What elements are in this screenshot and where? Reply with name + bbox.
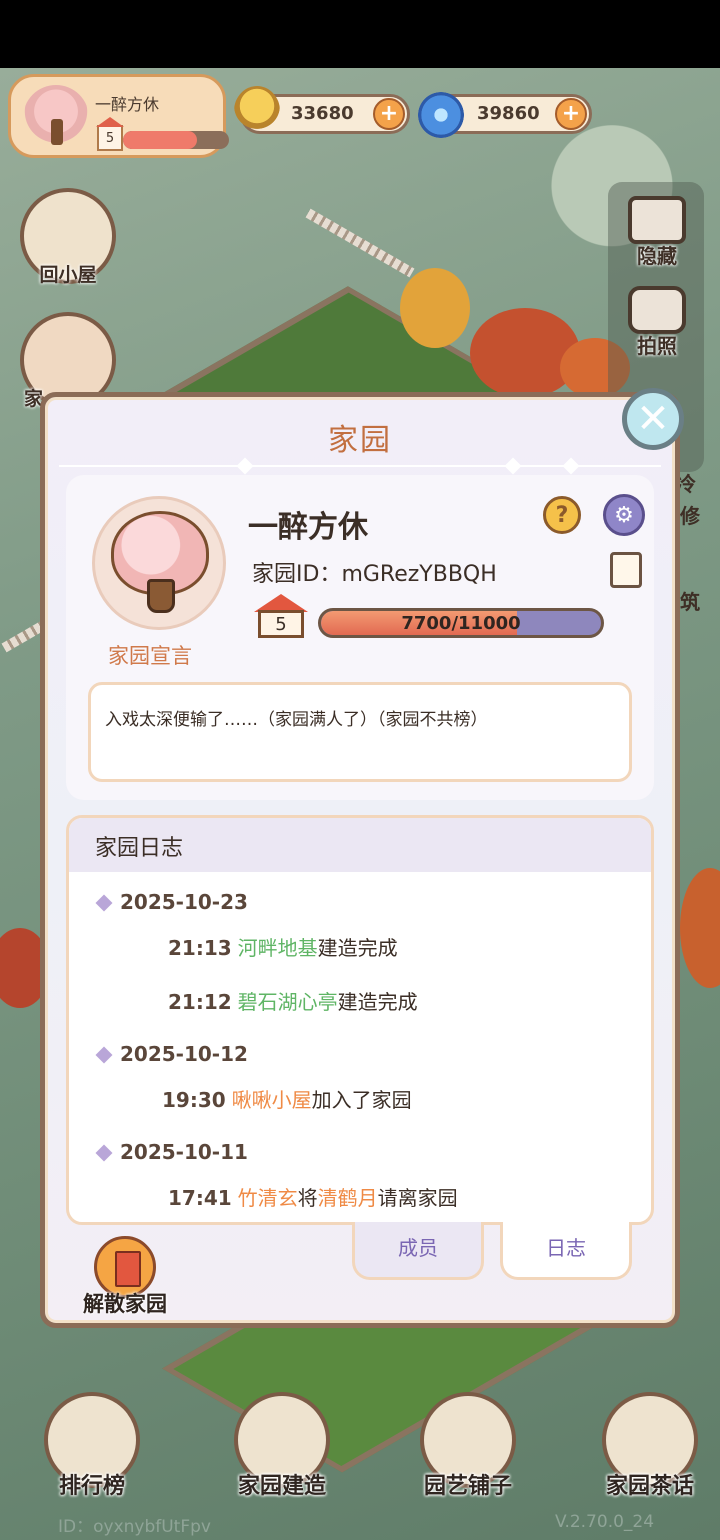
player-level-progress-fill: [123, 131, 198, 149]
log-subject[interactable]: 竹清玄: [238, 1186, 298, 1210]
log-time: 21:13: [168, 936, 232, 960]
manifesto-label[interactable]: 家园宣言: [108, 640, 192, 670]
tab-members[interactable]: 成员: [352, 1222, 484, 1280]
shop-button[interactable]: 园艺铺子: [408, 1392, 528, 1500]
fence: [305, 208, 415, 278]
log-action: 建造完成: [317, 936, 398, 960]
divider-diamond: [236, 457, 254, 475]
diamond-bullet-icon: [95, 894, 113, 912]
log-title: 家园日志: [69, 818, 651, 872]
hide-button[interactable]: 隐藏: [622, 196, 692, 269]
log-action: 请离家园: [377, 1186, 458, 1210]
log-time: 21:12: [168, 990, 232, 1014]
log-action: 加入了家园: [311, 1088, 412, 1112]
photo-button[interactable]: 拍照: [622, 286, 692, 359]
spiral-coin-icon: [418, 92, 464, 138]
home-name: 一醉方休: [248, 510, 368, 545]
shop-label: 园艺铺子: [423, 1474, 512, 1499]
log-object[interactable]: 清鹤月: [318, 1186, 378, 1210]
hide-label: 隐藏: [637, 244, 677, 268]
home-id: 家园ID：mGRezYBBQH: [252, 556, 497, 588]
footer-id: ID：oyxnybfUtFpv: [58, 1517, 211, 1537]
ranking-button[interactable]: 排行榜: [32, 1392, 152, 1500]
log-subject[interactable]: 啾啾小屋: [232, 1088, 312, 1112]
player-level-progress: [123, 131, 229, 149]
back-home-label: 回小屋: [39, 264, 97, 286]
log-time: 17:41: [168, 1186, 232, 1210]
plus-icon[interactable]: +: [373, 98, 405, 130]
player-profile-pill[interactable]: 一醉方休 5: [8, 74, 229, 158]
log-date-text: 2025-10-11: [120, 1140, 248, 1164]
log-entry: 21:13 河畔地基建造完成: [168, 932, 398, 961]
footer-version: V.2.70.0_24: [555, 1512, 655, 1532]
currency-spiral-value: 39860: [477, 103, 540, 124]
tea-label: 家园茶话: [605, 1474, 694, 1499]
log-subject[interactable]: 河畔地基: [238, 936, 318, 960]
photo-label: 拍照: [637, 334, 677, 358]
avatar-icon: [23, 85, 89, 151]
divider-diamond: [504, 457, 522, 475]
disband-label: 解散家园: [83, 1292, 167, 1316]
home-avatar[interactable]: [92, 496, 226, 630]
camera-icon: [628, 286, 686, 334]
exp-progress-bar: 7700/11000: [318, 608, 604, 638]
partial-label-2: 修: [680, 504, 700, 528]
diamond-bullet-icon: [95, 1144, 113, 1162]
log-date-text: 2025-10-12: [120, 1042, 248, 1066]
level-house-icon: 5: [96, 117, 124, 151]
log-date: 2025-10-12: [95, 1042, 248, 1066]
gear-icon[interactable]: ⚙: [603, 494, 645, 536]
build-label: 家园建造: [237, 1474, 326, 1499]
ranking-label: 排行榜: [58, 1474, 125, 1499]
log-date: 2025-10-11: [95, 1140, 248, 1164]
level-house-icon: 5: [254, 594, 308, 640]
tab-log[interactable]: 日志: [500, 1222, 632, 1280]
log-entry: 19:30 啾啾小屋加入了家园: [162, 1084, 412, 1113]
partial-label-3: 筑: [680, 590, 700, 614]
manifesto-text[interactable]: 入戏太深便输了……（家园满人了）（家园不共榜）: [88, 682, 632, 782]
tree-trunk: [147, 579, 175, 613]
title-divider: [59, 457, 661, 475]
log-entry: 17:41 竹清玄将清鹤月请离家园: [168, 1182, 458, 1211]
log-action: 建造完成: [337, 990, 418, 1014]
log-entry: 21:12 碧石湖心亭建造完成: [168, 986, 418, 1015]
currency-snail-value: 33680: [291, 103, 354, 124]
home-id-label: 家园ID：: [252, 562, 342, 587]
log-subject[interactable]: 碧石湖心亭: [238, 990, 338, 1014]
tea-button[interactable]: 家园茶话: [590, 1392, 710, 1500]
log-date: 2025-10-23: [95, 890, 248, 914]
back-home-button[interactable]: 回小屋: [20, 188, 116, 287]
copy-icon[interactable]: [604, 552, 642, 597]
close-icon[interactable]: ✕: [622, 388, 684, 450]
snail-coin-icon: [234, 86, 280, 136]
dialog-title: 家园: [328, 423, 392, 458]
home-level: 5: [258, 610, 304, 638]
hide-icon: [628, 196, 686, 244]
log-date-text: 2025-10-23: [120, 890, 248, 914]
player-name: 一醉方休: [95, 95, 160, 114]
divider-diamond: [562, 457, 580, 475]
exp-text: 7700/11000: [401, 613, 521, 634]
log-time: 19:30: [162, 1088, 226, 1112]
help-icon[interactable]: ?: [543, 496, 581, 534]
log-mid: 将: [297, 1186, 318, 1210]
disband-home-button[interactable]: 解散家园: [70, 1236, 180, 1318]
build-button[interactable]: 家园建造: [222, 1392, 342, 1500]
plus-icon[interactable]: +: [555, 98, 587, 130]
home-id-value: mGRezYBBQH: [341, 562, 497, 587]
autumn-tree: [400, 268, 470, 348]
diamond-bullet-icon: [95, 1046, 113, 1064]
autumn-tree: [680, 868, 720, 988]
player-level: 5: [105, 130, 115, 146]
